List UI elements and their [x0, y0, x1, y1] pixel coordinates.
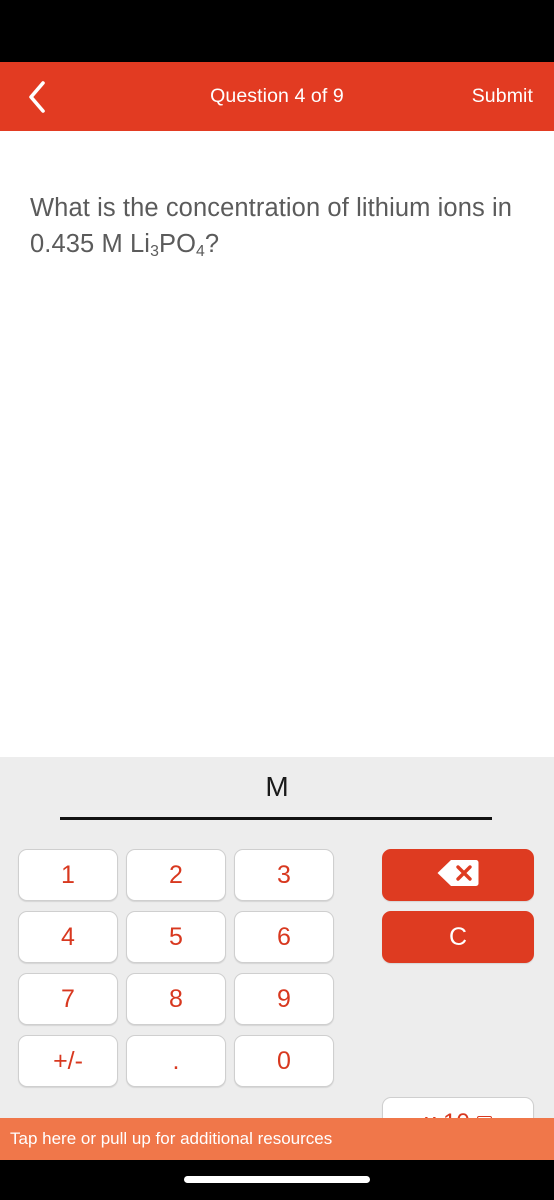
status-bar: [0, 0, 554, 62]
key-2[interactable]: 2: [126, 849, 226, 901]
question-text-run: PO: [158, 230, 197, 258]
key-9[interactable]: 9: [234, 973, 334, 1025]
key-6[interactable]: 6: [234, 911, 334, 963]
formula-subscript: 3: [150, 242, 159, 260]
key-3[interactable]: 3: [234, 849, 334, 901]
key-3-label: 3: [277, 860, 291, 889]
resources-banner-label: Tap here or pull up for additional resou…: [10, 1129, 333, 1148]
key-plus-minus[interactable]: +/-: [18, 1035, 118, 1087]
backspace-button[interactable]: [382, 849, 534, 901]
key-8[interactable]: 8: [126, 973, 226, 1025]
answer-unit-label: M: [265, 771, 289, 802]
key-0-label: 0: [277, 1046, 291, 1075]
home-indicator[interactable]: [184, 1176, 370, 1183]
keypad-panel: M 1 2 3 4 5 6 7 8 9 +/-. 0 C x 10: [0, 757, 554, 1149]
key-decimal[interactable]: .: [126, 1035, 226, 1087]
key-6-label: 6: [277, 922, 291, 951]
numeric-keypad: 1 2 3 4 5 6 7 8 9 +/-. 0: [18, 849, 334, 1087]
question-text-run: ?: [204, 230, 220, 258]
key-5-label: 5: [169, 922, 183, 951]
key-7[interactable]: 7: [18, 973, 118, 1025]
question-text: What is the concentration of lithium ion…: [30, 190, 530, 262]
key-1[interactable]: 1: [18, 849, 118, 901]
submit-button[interactable]: Submit: [472, 62, 533, 131]
key-4[interactable]: 4: [18, 911, 118, 963]
question-text-run: What is the concentration of lithium ion…: [30, 194, 513, 258]
key-9-label: 9: [277, 984, 291, 1013]
key-plus-minus-label: +/-: [53, 1046, 83, 1075]
answer-input-underline[interactable]: [60, 817, 492, 820]
keypad-action-column: C x 10: [382, 849, 534, 1149]
app-header: Question 4 of 9 Submit: [0, 62, 554, 131]
backspace-delete-icon: [436, 858, 480, 893]
clear-label: C: [448, 922, 468, 951]
home-indicator-area: [0, 1160, 554, 1200]
answer-display: M: [0, 771, 554, 817]
key-5[interactable]: 5: [126, 911, 226, 963]
key-0[interactable]: 0: [234, 1035, 334, 1087]
app-root: Question 4 of 9 Submit What is the conce…: [0, 0, 554, 1200]
key-7-label: 7: [61, 984, 75, 1013]
key-8-label: 8: [169, 984, 183, 1013]
key-1-label: 1: [61, 860, 75, 889]
resources-banner[interactable]: Tap here or pull up for additional resou…: [0, 1118, 554, 1160]
key-2-label: 2: [169, 860, 183, 889]
formula-subscript: 4: [196, 242, 205, 260]
key-4-label: 4: [61, 922, 75, 951]
clear-button[interactable]: C: [382, 911, 534, 963]
key-decimal-label: .: [172, 1046, 180, 1075]
